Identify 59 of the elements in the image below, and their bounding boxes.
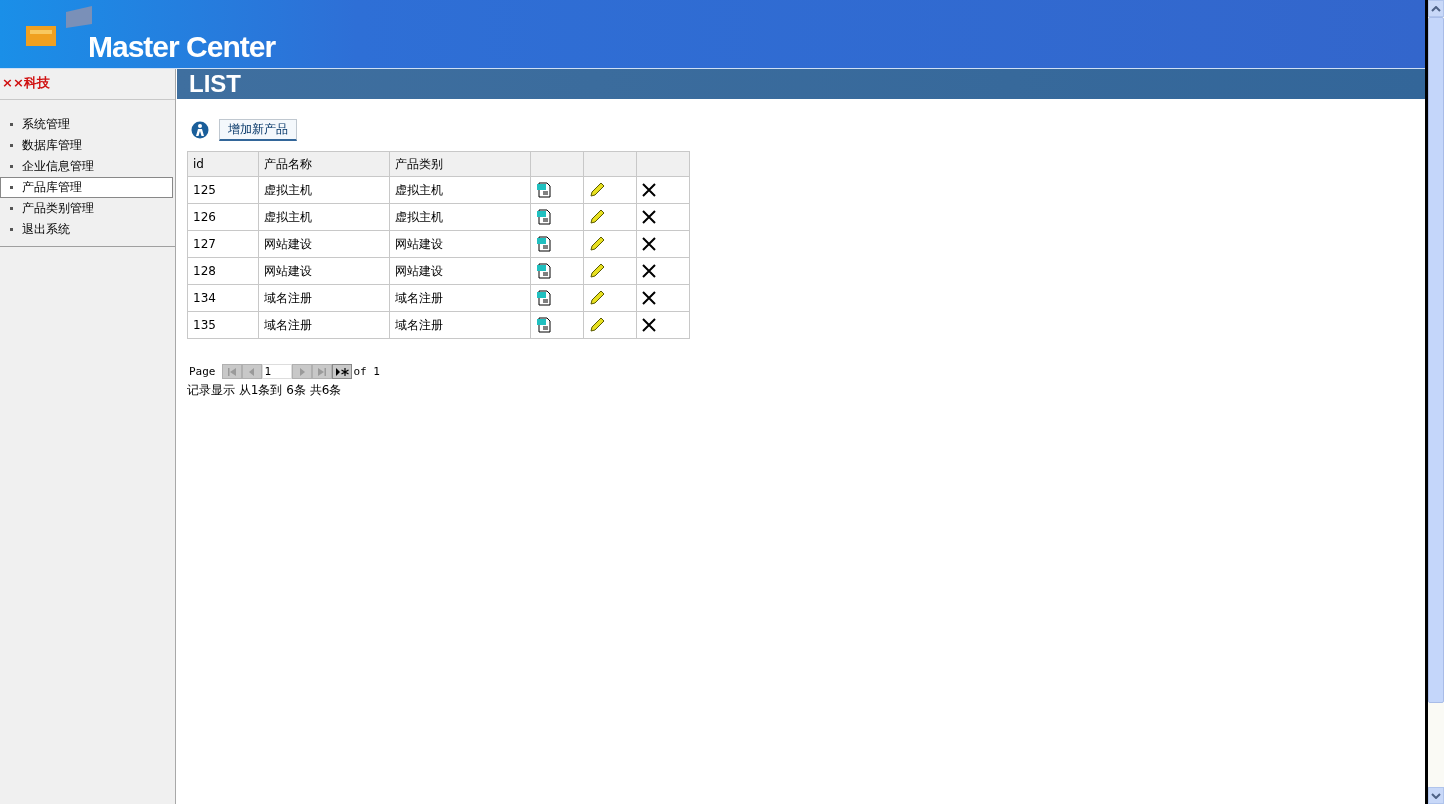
table-cell: 网站建设 [389,257,531,285]
table-cell: 虚拟主机 [258,176,390,204]
document-icon[interactable] [536,290,552,306]
delete-icon[interactable] [642,264,656,278]
info-icon [191,121,209,139]
sidebar-item[interactable]: 产品库管理 [0,177,173,198]
table-cell: 虚拟主机 [258,203,390,231]
sidebar-item[interactable]: 退出系统 [0,219,173,240]
document-icon[interactable] [536,209,552,225]
delete-icon[interactable] [642,291,656,305]
delete-icon[interactable] [642,237,656,251]
page-count: of 1 [353,365,380,378]
table-cell: 域名注册 [389,284,531,312]
document-icon[interactable] [536,236,552,252]
table-cell: 126 [187,203,259,231]
table-cell: 网站建设 [258,230,390,258]
sidebar-item[interactable]: 产品类别管理 [0,198,173,219]
table-cell: 网站建设 [258,257,390,285]
table-cell: 128 [187,257,259,285]
table-cell: 134 [187,284,259,312]
table-cell: 域名注册 [258,284,390,312]
table-cell: 域名注册 [389,311,531,339]
table-cell: 125 [187,176,259,204]
pencil-icon[interactable] [589,317,605,333]
page-label: Page [189,365,216,378]
banner-title: LIST [189,70,241,98]
delete-icon[interactable] [642,183,656,197]
pencil-icon[interactable] [589,182,605,198]
column-header: 产品类别 [389,151,531,177]
column-header: 产品名称 [258,151,390,177]
chevron-down-icon [1431,792,1441,799]
table-cell: 127 [187,230,259,258]
company-name: ××科技 [0,69,175,100]
document-icon[interactable] [536,182,552,198]
table-cell: 网站建设 [389,230,531,258]
add-button[interactable]: 增加新产品 [219,119,297,141]
pencil-icon[interactable] [589,236,605,252]
page-input[interactable]: 1 [261,364,292,379]
document-icon[interactable] [536,263,552,279]
record-summary: 记录显示 从1条到 6条 共6条 [187,382,343,399]
table-cell: 域名注册 [258,311,390,339]
column-header: id [187,151,259,177]
table-cell: 虚拟主机 [389,176,531,204]
sidebar-item[interactable]: 系统管理 [0,114,173,135]
delete-icon[interactable] [642,318,656,332]
table-cell: 135 [187,311,259,339]
sidebar-item[interactable]: 数据库管理 [0,135,173,156]
delete-icon[interactable] [642,210,656,224]
pencil-icon[interactable] [589,209,605,225]
chevron-up-icon [1431,5,1441,12]
table-cell: 虚拟主机 [389,203,531,231]
arrow-star-icon [334,366,349,377]
scroll-down-button[interactable] [1428,787,1444,804]
pencil-icon[interactable] [589,290,605,306]
pencil-icon[interactable] [589,263,605,279]
scroll-up-button[interactable] [1428,0,1444,17]
document-icon[interactable] [536,317,552,333]
sidebar-item[interactable]: 企业信息管理 [0,156,173,177]
logo-text: Master Center [88,30,276,65]
